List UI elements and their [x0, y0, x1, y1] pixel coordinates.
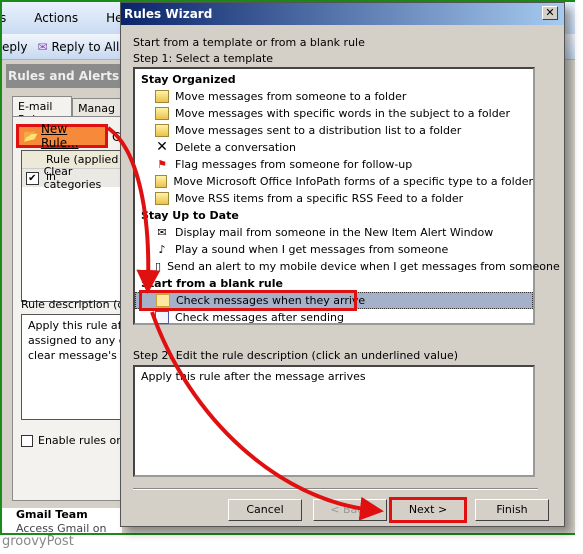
step2-label: Step 2: Edit the rule description (click… — [133, 349, 459, 362]
close-icon[interactable]: ✕ — [542, 6, 558, 20]
rule-description-text: Apply this rule after the message arrive… — [141, 370, 366, 383]
template-item-label: Move Microsoft Office InfoPath forms of … — [173, 175, 533, 188]
speaker-icon: ♪ — [158, 243, 166, 256]
watermark: groovyPost — [2, 534, 74, 549]
pane-title: Rules and Alerts — [6, 64, 121, 88]
rules-wizard-dialog: Rules Wizard ✕ Start from a template or … — [120, 2, 565, 527]
folder-icon — [155, 192, 169, 205]
rules-list[interactable]: Rule (applied in ✔ Clear categories — [21, 150, 131, 302]
template-item-label: Play a sound when I get messages from so… — [175, 243, 449, 256]
step1-label: Step 1: Select a template — [133, 52, 274, 65]
enable-rules-checkbox[interactable] — [21, 434, 33, 447]
template-item[interactable]: Move messages from someone to a folder — [135, 88, 533, 105]
sent-mail-icon — [155, 311, 169, 324]
template-item-label: Flag messages from someone for follow-up — [175, 158, 413, 171]
rule-description-editor[interactable]: Apply this rule after the message arrive… — [133, 365, 535, 477]
template-group-header: Stay Organized — [141, 73, 236, 86]
template-item-label: Move messages with specific words in the… — [175, 107, 510, 120]
template-item[interactable]: Move messages sent to a distribution lis… — [135, 122, 533, 139]
description-line: clear message's cat — [28, 349, 131, 362]
template-item-label: Delete a conversation — [175, 141, 296, 154]
reply-button[interactable]: eply — [2, 40, 27, 54]
mail-sender: Gmail Team 9/12/2 — [16, 508, 88, 522]
template-list[interactable]: Stay Organized Move messages from someone… — [133, 67, 560, 326]
rule-row[interactable]: ✔ Clear categories — [22, 165, 130, 191]
template-item-label: Move RSS items from a specific RSS Feed … — [175, 192, 464, 205]
dialog-title: Rules Wizard — [124, 7, 213, 21]
dialog-titlebar: Rules Wizard ✕ — [121, 3, 564, 25]
folder-icon — [155, 90, 169, 103]
folder-icon — [155, 175, 168, 188]
rules-and-alerts-pane: Rules and Alerts E-mail Rules Manag 📂 Ne… — [6, 64, 142, 504]
reply-all-icon: ✉ — [37, 39, 48, 54]
template-group-header: Stay Up to Date — [141, 209, 239, 222]
mail-list-item[interactable]: Gmail Team 9/12/2 Access Gmail on you — [2, 508, 122, 533]
template-item[interactable]: ⚑ Flag messages from someone for follow-u… — [135, 156, 533, 173]
template-item[interactable]: Move RSS items from a specific RSS Feed … — [135, 190, 533, 207]
reply-all-button[interactable]: Reply to All — [52, 40, 120, 54]
flag-icon: ⚑ — [157, 158, 167, 171]
template-item[interactable]: ▯ Send an alert to my mobile device when … — [135, 258, 560, 275]
enable-rules-option[interactable]: Enable rules on a — [21, 434, 133, 447]
description-line: Apply this rule afte — [28, 319, 131, 332]
menu-item-tools[interactable]: s — [2, 11, 6, 25]
template-item[interactable]: ✉ Display mail from someone in the New It… — [135, 224, 533, 241]
folder-icon — [155, 107, 169, 120]
template-item-label: Move messages sent to a distribution lis… — [175, 124, 462, 137]
intro-text: Start from a template or from a blank ru… — [133, 35, 365, 67]
template-item[interactable]: Move messages with specific words in the… — [135, 105, 533, 122]
back-button[interactable]: < Back — [313, 499, 387, 521]
rule-description-box: Apply this rule afte assigned to any cat… — [21, 314, 131, 420]
separator — [133, 488, 538, 490]
description-line: assigned to any cat — [28, 334, 131, 347]
alert-mail-icon: ✉ — [157, 226, 167, 239]
template-item-label: Move messages from someone to a folder — [175, 90, 407, 103]
rule-name: Clear categories — [43, 165, 102, 191]
template-item[interactable]: ♪ Play a sound when I get messages from s… — [135, 241, 533, 258]
cancel-button[interactable]: Cancel — [228, 499, 302, 521]
template-item[interactable]: ✕ Delete a conversation — [135, 139, 533, 156]
rule-enabled-checkbox[interactable]: ✔ — [26, 171, 39, 185]
folder-icon — [155, 124, 169, 137]
new-rule-label: New Rule... — [40, 122, 79, 150]
highlight-box-next — [389, 497, 467, 523]
template-item-label: Display mail from someone in the New Ite… — [175, 226, 494, 239]
mobile-icon: ▯ — [155, 260, 162, 273]
finish-button[interactable]: Finish — [475, 499, 549, 521]
intro-line: Start from a template or from a blank ru… — [133, 36, 365, 49]
template-item-label: Send an alert to my mobile device when I… — [167, 260, 560, 273]
highlight-box-selected-template — [139, 290, 357, 311]
menu-item-actions[interactable]: Actions — [34, 11, 78, 25]
template-item[interactable]: Check messages after sending — [135, 309, 533, 326]
template-item[interactable]: Move Microsoft Office InfoPath forms of … — [135, 173, 533, 190]
new-rule-button[interactable]: 📂 New Rule... — [16, 122, 108, 150]
new-rule-icon: 📂 — [23, 129, 38, 143]
template-item-label: Check messages after sending — [175, 311, 344, 324]
delete-x-icon: ✕ — [156, 139, 168, 155]
